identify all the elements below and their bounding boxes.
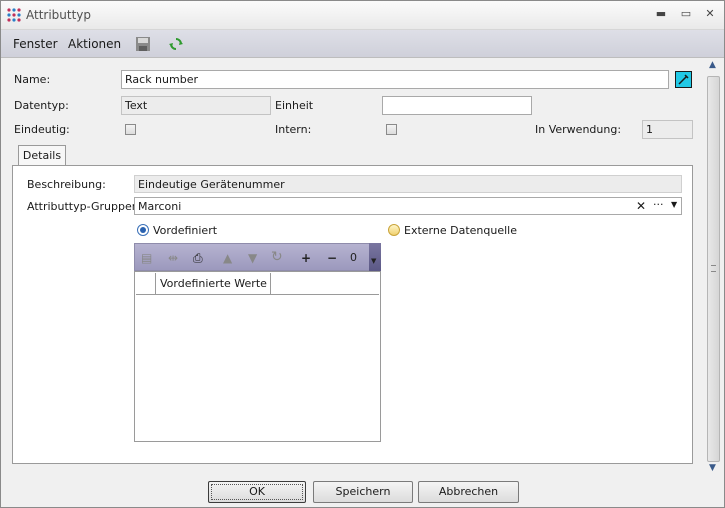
edit-icon	[678, 74, 689, 85]
grid-edit-icon[interactable]: ⇹	[168, 251, 178, 265]
grid-header-cell	[271, 273, 381, 294]
name-field[interactable]: Rack number	[121, 70, 669, 89]
einheit-label: Einheit	[275, 99, 314, 112]
tab-details[interactable]: Details	[18, 145, 66, 167]
scroll-thumb[interactable]	[707, 76, 720, 462]
dialog-window: Attributtyp ▬ ▭ ✕ Fenster Aktionen Name:…	[0, 0, 725, 508]
close-icon[interactable]: ✕	[702, 7, 718, 21]
maximize-icon[interactable]: ▭	[678, 7, 694, 21]
scroll-down-icon[interactable]: ▼	[709, 463, 716, 473]
move-up-icon[interactable]: ▲	[223, 251, 232, 265]
grid-new-icon[interactable]: ▤	[141, 251, 152, 265]
clear-icon[interactable]: ✕	[636, 199, 646, 213]
grid-header-cell[interactable]: Vordefinierte Werte	[156, 273, 271, 294]
menu-fenster[interactable]: Fenster	[13, 37, 58, 51]
save-icon[interactable]	[135, 36, 151, 52]
title-bar: Attributtyp ▬ ▭ ✕	[1, 1, 724, 30]
radio-extern-label: Externe Datenquelle	[404, 224, 517, 237]
datentyp-label: Datentyp:	[14, 99, 69, 112]
move-down-icon[interactable]: ▼	[248, 251, 257, 265]
radio-vordefiniert-label: Vordefiniert	[153, 224, 218, 237]
grid-counter: 0	[350, 251, 357, 264]
grip-icon	[711, 265, 716, 272]
ok-button[interactable]: OK	[208, 481, 306, 503]
menu-aktionen[interactable]: Aktionen	[68, 37, 121, 51]
save-button[interactable]: Speichern	[313, 481, 413, 503]
refresh-icon[interactable]	[168, 36, 184, 52]
pick-button[interactable]	[675, 71, 692, 88]
vertical-scrollbar[interactable]: ▲ ▼	[706, 60, 721, 477]
beschreibung-label: Beschreibung:	[27, 178, 106, 191]
radio-extern[interactable]	[388, 224, 400, 236]
eindeutig-checkbox[interactable]	[125, 124, 136, 135]
grid-refresh-icon[interactable]: ↻	[271, 249, 283, 265]
grid-options-icon: ▼	[371, 257, 377, 265]
in-verwendung-label: In Verwendung:	[535, 123, 622, 136]
more-icon[interactable]: ···	[653, 198, 664, 211]
intern-checkbox[interactable]	[386, 124, 397, 135]
menu-bar: Fenster Aktionen	[1, 30, 724, 58]
einheit-field[interactable]	[382, 96, 532, 115]
name-label: Name:	[14, 73, 51, 86]
window-title: Attributtyp	[26, 8, 92, 22]
beschreibung-field[interactable]: Eindeutige Gerätenummer	[134, 175, 682, 193]
datentyp-field: Text	[121, 96, 271, 115]
grid-header-cell	[136, 273, 156, 294]
eindeutig-label: Eindeutig:	[14, 123, 70, 136]
dropdown-icon[interactable]: ▼	[671, 200, 677, 209]
grid-toolbar: ▤ ⇹ ⎙ ▲ ▼ ↻ + − 0	[134, 243, 381, 271]
grid-options-button[interactable]: ▼	[369, 243, 381, 271]
minimize-icon[interactable]: ▬	[653, 7, 669, 21]
grid-header: Vordefinierte Werte	[136, 273, 379, 295]
app-icon	[7, 8, 21, 22]
scroll-up-icon[interactable]: ▲	[709, 60, 716, 70]
remove-icon[interactable]: −	[327, 251, 337, 265]
predefined-values-grid[interactable]: Vordefinierte Werte	[134, 271, 381, 442]
intern-label: Intern:	[275, 123, 312, 136]
add-icon[interactable]: +	[301, 251, 311, 265]
print-icon[interactable]: ⎙	[193, 251, 203, 266]
cancel-button[interactable]: Abbrechen	[418, 481, 519, 503]
in-verwendung-field: 1	[642, 120, 693, 139]
gruppen-label: Attributtyp-Gruppen:	[27, 200, 143, 213]
radio-vordefiniert[interactable]	[137, 224, 149, 236]
gruppen-field[interactable]: Marconi	[134, 197, 682, 215]
